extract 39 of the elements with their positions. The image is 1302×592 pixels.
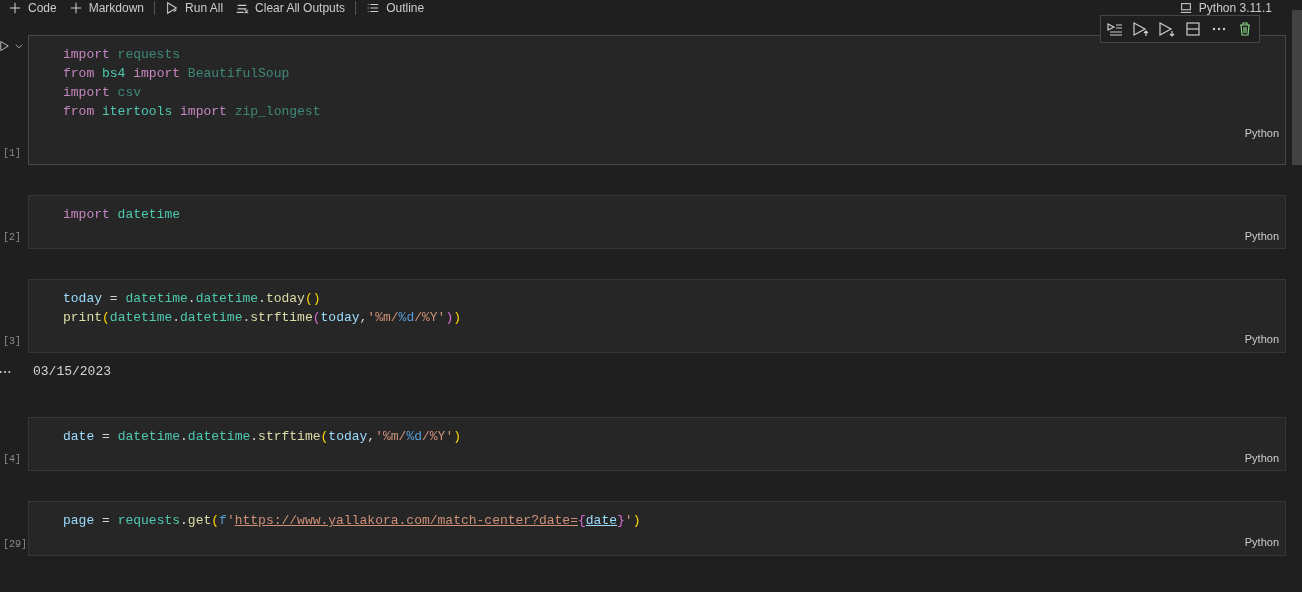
plus-icon: [8, 0, 22, 15]
execution-count: [3]: [3, 334, 21, 349]
run-line-icon[interactable]: [1107, 21, 1123, 37]
execution-count: [1]: [3, 146, 21, 161]
code-cell[interactable]: import requests from bs4 import BeautifulSoup import csv from itertools import zip_longest Python: [28, 35, 1286, 165]
execution-count: [4]: [3, 453, 21, 467]
language-label[interactable]: Python: [1244, 125, 1279, 142]
execution-count: [2]: [3, 231, 21, 245]
output-text: 03/15/2023: [33, 362, 111, 381]
toolbar-button[interactable]: Markdown: [62, 0, 151, 15]
execution-count: [29]: [3, 537, 27, 552]
code-cell[interactable]: page = requests.get(f'https://www.yallakora.com/match-center?date={date}') Python: [28, 501, 1286, 556]
run-above-icon[interactable]: [1133, 21, 1149, 37]
toolbar-button[interactable]: Outline: [360, 0, 431, 15]
code-text: import datetime: [63, 205, 182, 224]
language-label[interactable]: Python: [1244, 227, 1279, 244]
code-cell[interactable]: today = datetime.datetime.today() print(datetime.datetime.strftime(today,'%m/%d/%Y')) Python: [28, 279, 1286, 353]
language-label[interactable]: Python: [1244, 449, 1279, 466]
split-cell-icon[interactable]: [1185, 21, 1201, 37]
code-cell[interactable]: date = datetime.datetime.strftime(today,'%m/%d/%Y') Python: [28, 416, 1286, 471]
language-label[interactable]: Python: [1244, 534, 1279, 551]
language-label[interactable]: Python: [1244, 331, 1279, 348]
kernel-icon: [1178, 0, 1193, 15]
scrollbar-thumb[interactable]: [1292, 10, 1302, 165]
toolbar-button[interactable]: Run All: [159, 0, 230, 15]
run-below-icon[interactable]: [1159, 21, 1175, 37]
toolbar-button[interactable]: Clear All Outputs: [229, 0, 352, 15]
chevron-down-icon[interactable]: [14, 41, 24, 51]
code-text: import requests from bs4 import BeautifulSoup import csv from itertools import zip_longest: [63, 46, 322, 121]
code-text: today = datetime.datetime.today() print(datetime.datetime.strftime(today,'%m/%d/%Y')): [63, 290, 463, 327]
code-text: page = requests.get(f'https://www.yallakora.com/match-center?date={date}'): [63, 512, 642, 530]
toolbar-button[interactable]: Code: [2, 0, 63, 15]
code-text: date = datetime.datetime.strftime(today,'%m/%d/%Y'): [63, 427, 462, 446]
code-cell[interactable]: import datetime Python: [28, 194, 1286, 249]
run-cell-icon[interactable]: [0, 39, 12, 53]
trash-icon[interactable]: [1237, 21, 1253, 37]
plus-icon: [68, 0, 83, 15]
run-icon: [165, 0, 180, 15]
kernel-button[interactable]: Python 3.11.1: [1178, 0, 1272, 15]
